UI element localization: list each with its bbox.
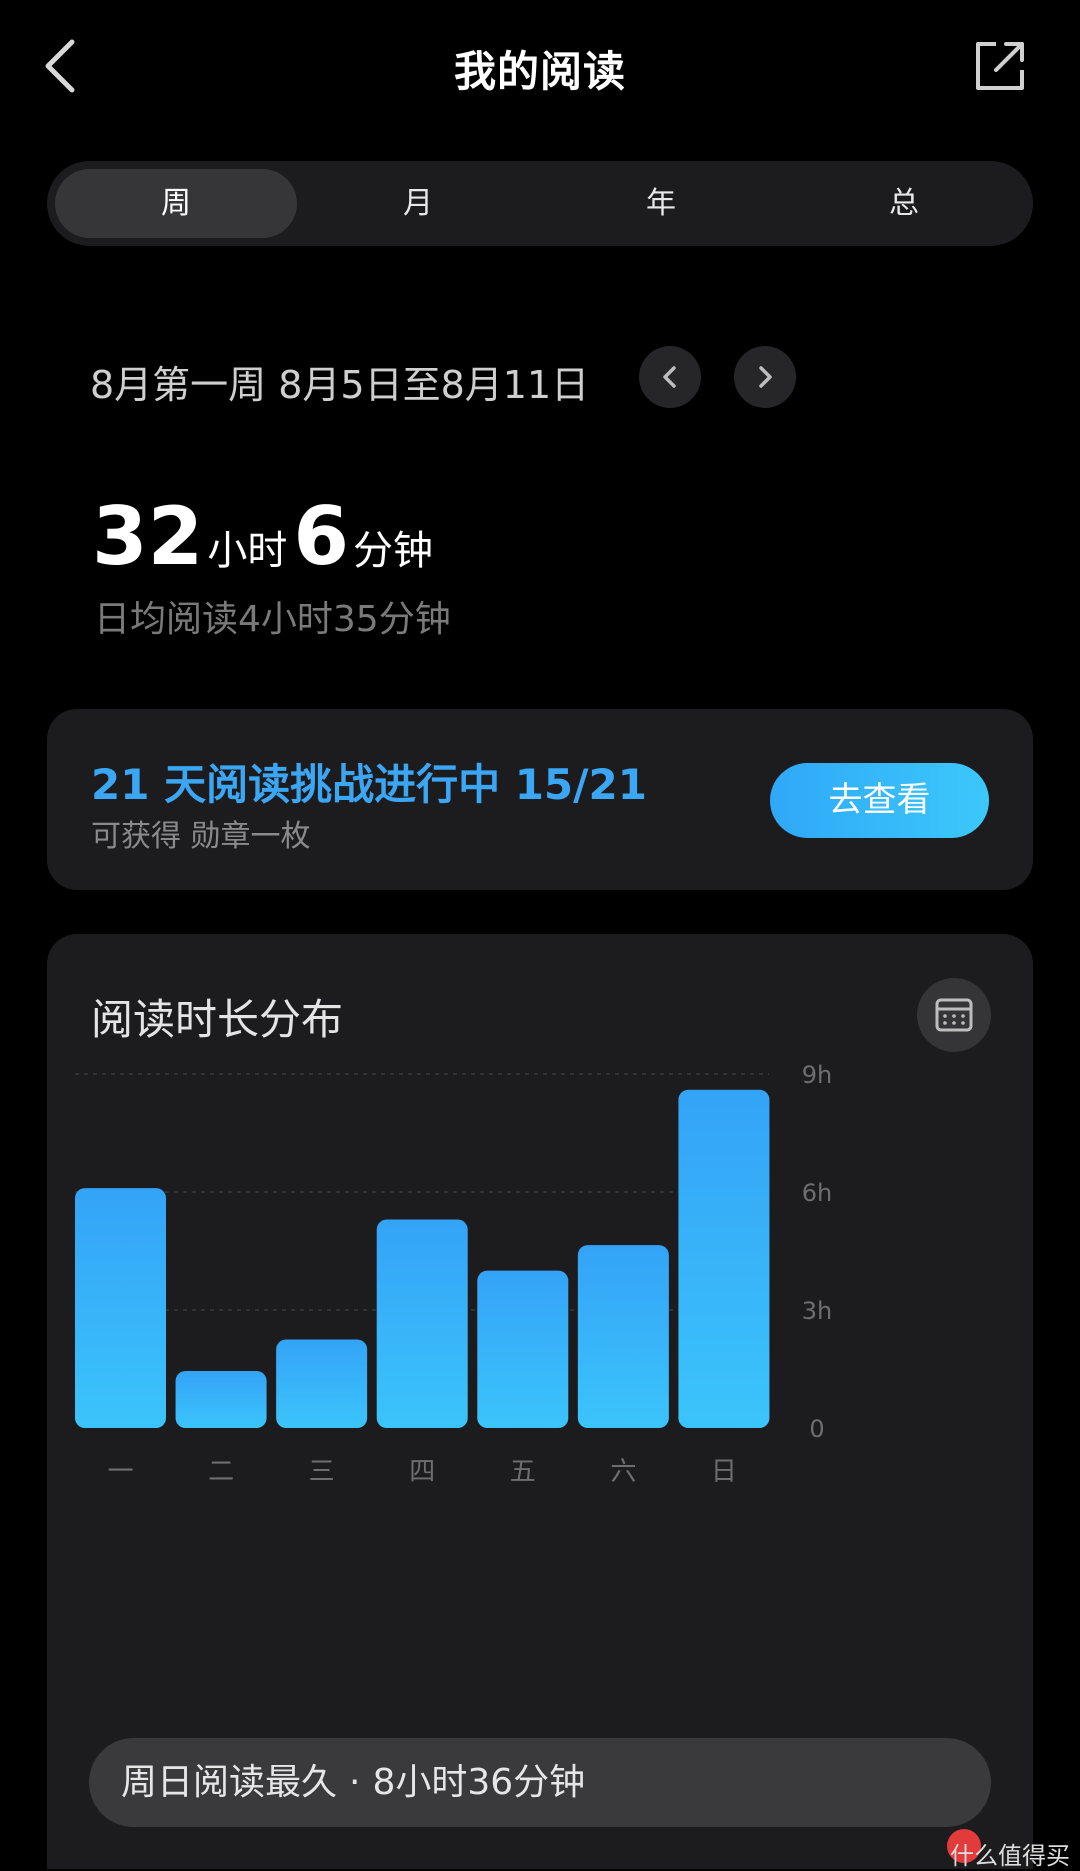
- share-external-icon: [976, 42, 1024, 90]
- daily-average: 日均阅读4小时35分钟: [94, 599, 451, 640]
- bar-2[interactable]: [175, 1370, 267, 1428]
- longest-day-summary: 周日阅读最久 · 8小时36分钟: [89, 1738, 991, 1827]
- y-tick-label: 3h: [802, 1297, 832, 1325]
- x-tick-label: 四: [409, 1457, 435, 1487]
- page-title: 我的阅读: [453, 47, 626, 96]
- tab-month[interactable]: 月: [297, 169, 539, 238]
- y-tick-label: 0: [809, 1415, 824, 1443]
- y-tick-label: 9h: [802, 1061, 832, 1089]
- x-tick-label: 日: [711, 1457, 737, 1487]
- x-tick-label: 六: [610, 1457, 636, 1487]
- total-reading-time: 32 小时6 分钟: [92, 490, 439, 583]
- summary-separator: ·: [349, 1762, 361, 1803]
- watermark-text: 什么值得买: [950, 1842, 1070, 1870]
- bar-7[interactable]: [678, 1089, 770, 1428]
- header: 我的阅读: [0, 0, 1080, 136]
- view-challenge-button[interactable]: 去查看: [770, 763, 989, 838]
- bar-4[interactable]: [376, 1219, 468, 1428]
- total-minutes: 6: [293, 490, 349, 583]
- period-tabs: 周 月 年 总: [47, 161, 1033, 246]
- challenge-reward: 可获得 勋章一枚: [91, 819, 311, 854]
- y-tick-label: 6h: [802, 1179, 832, 1207]
- summary-value: 8小时36分钟: [372, 1762, 586, 1803]
- bar-1[interactable]: [75, 1188, 166, 1428]
- bar-6[interactable]: [577, 1245, 669, 1428]
- chevron-right-icon: [759, 366, 772, 388]
- minutes-unit: 分钟: [353, 528, 433, 574]
- x-tick-label: 二: [208, 1457, 234, 1487]
- chevron-left-icon: [663, 366, 676, 388]
- reading-duration-chart: 0 3h 6h 9h 一 二 三 四 五 六 日: [75, 1061, 832, 1487]
- challenge-card: 21 天阅读挑战进行中 15/21 可获得 勋章一枚 去查看: [47, 709, 1033, 890]
- x-tick-label: 一: [107, 1457, 133, 1487]
- challenge-title: 21 天阅读挑战进行中 15/21: [91, 760, 647, 809]
- next-week-button[interactable]: [734, 346, 796, 408]
- tab-week[interactable]: 周: [55, 169, 297, 238]
- share-button[interactable]: [972, 38, 1028, 94]
- x-tick-label: 五: [510, 1457, 536, 1487]
- week-range-label: 8月第一周 8月5日至8月11日: [90, 363, 590, 407]
- prev-week-button[interactable]: [639, 346, 701, 408]
- bar-3[interactable]: [276, 1339, 368, 1429]
- bar-5[interactable]: [477, 1270, 569, 1428]
- summary-lead: 周日阅读最久: [121, 1762, 338, 1803]
- reading-distribution-card: 阅读时长分布 0 3h 6h 9h 一二三四五六日 周日阅读最久 · 8小时36分钟: [47, 934, 1033, 1869]
- hours-unit: 小时: [207, 528, 288, 574]
- tab-total[interactable]: 总: [783, 169, 1025, 238]
- total-hours: 32: [92, 490, 204, 583]
- x-tick-label: 三: [309, 1457, 335, 1487]
- tab-year[interactable]: 年: [540, 169, 782, 238]
